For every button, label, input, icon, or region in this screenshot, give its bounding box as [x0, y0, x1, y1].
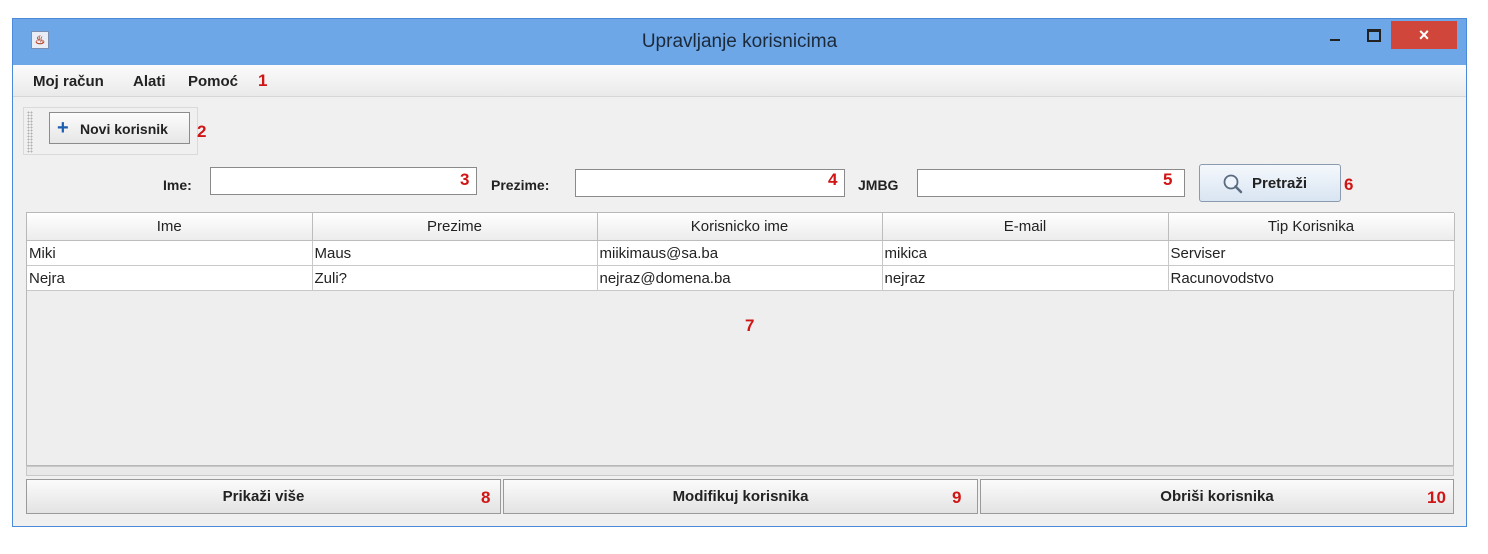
annotation-1: 1 [258, 71, 268, 90]
table-cell[interactable]: Nejra [27, 265, 313, 291]
modify-user-button[interactable]: Modifikuj korisnika [503, 479, 978, 514]
annotation-8: 8 [481, 488, 491, 507]
ime-label: Ime: [163, 177, 192, 193]
prezime-input[interactable] [575, 169, 845, 197]
maximize-icon[interactable] [1359, 23, 1387, 47]
menu-pomoc[interactable]: Pomoć [188, 73, 238, 90]
toolbar-grip-handle[interactable] [27, 111, 33, 153]
table-cell[interactable]: nejraz [882, 265, 1169, 291]
users-table[interactable]: Ime Prezime Korisnicko ime E-mail Tip Ko… [26, 212, 1455, 466]
table-row[interactable]: Nejra Zuli? nejraz@domena.ba nejraz Racu… [27, 265, 1455, 291]
window-title: Upravljanje korisnicima [641, 31, 838, 52]
annotation-3: 3 [460, 170, 470, 189]
horizontal-scrollbar[interactable] [26, 466, 1454, 476]
menu-moj-racun[interactable]: Moj račun [33, 73, 104, 90]
annotation-6: 6 [1344, 175, 1354, 194]
main-window: ♨ Upravljanje korisnicima × Moj račun Al… [12, 18, 1467, 527]
column-header-prezime[interactable]: Prezime [312, 213, 598, 241]
table-cell[interactable]: miikimaus@sa.ba [597, 240, 883, 266]
menu-bar: Moj račun Alati Pomoć 1 [13, 65, 1466, 97]
table-cell[interactable]: Miki [27, 240, 313, 266]
column-header-korisnicko-ime[interactable]: Korisnicko ime [597, 213, 883, 241]
jmbg-input[interactable] [917, 169, 1185, 197]
column-header-email[interactable]: E-mail [882, 213, 1169, 241]
annotation-5: 5 [1163, 170, 1173, 189]
table-cell[interactable]: Maus [312, 240, 598, 266]
show-more-button[interactable]: Prikaži više [26, 479, 501, 514]
new-user-label: Novi korisnik [80, 121, 168, 137]
annotation-10: 10 [1427, 488, 1446, 507]
title-bar[interactable]: ♨ Upravljanje korisnicima × [13, 19, 1466, 65]
plus-icon: + [57, 117, 69, 139]
table-cell[interactable]: nejraz@domena.ba [597, 265, 883, 291]
column-header-ime[interactable]: Ime [27, 213, 313, 241]
close-icon[interactable]: × [1391, 21, 1457, 49]
annotation-9: 9 [952, 488, 962, 507]
annotation-2: 2 [197, 122, 207, 141]
annotation-4: 4 [828, 170, 838, 189]
table-cell[interactable]: mikica [882, 240, 1169, 266]
column-header-tip-korisnika[interactable]: Tip Korisnika [1168, 213, 1455, 241]
table-row[interactable]: Miki Maus miikimaus@sa.ba mikica Servise… [27, 240, 1455, 266]
magnifier-icon [1223, 174, 1243, 194]
table-cell[interactable]: Serviser [1168, 240, 1455, 266]
delete-user-button[interactable]: Obriši korisnika [980, 479, 1454, 514]
search-button[interactable]: Pretraži [1199, 164, 1341, 202]
users-grid: Ime Prezime Korisnicko ime E-mail Tip Ko… [27, 213, 1455, 291]
new-user-button[interactable]: + Novi korisnik [49, 112, 190, 144]
menu-alati[interactable]: Alati [133, 73, 166, 90]
ime-input[interactable] [210, 167, 477, 195]
search-button-label: Pretraži [1252, 175, 1308, 192]
minimize-icon[interactable] [1321, 23, 1349, 47]
jmbg-label: JMBG [858, 177, 899, 193]
annotation-7: 7 [745, 316, 755, 335]
table-cell[interactable]: Racunovodstvo [1168, 265, 1455, 291]
table-cell[interactable]: Zuli? [312, 265, 598, 291]
table-header-row: Ime Prezime Korisnicko ime E-mail Tip Ko… [27, 213, 1455, 241]
prezime-label: Prezime: [491, 177, 550, 193]
